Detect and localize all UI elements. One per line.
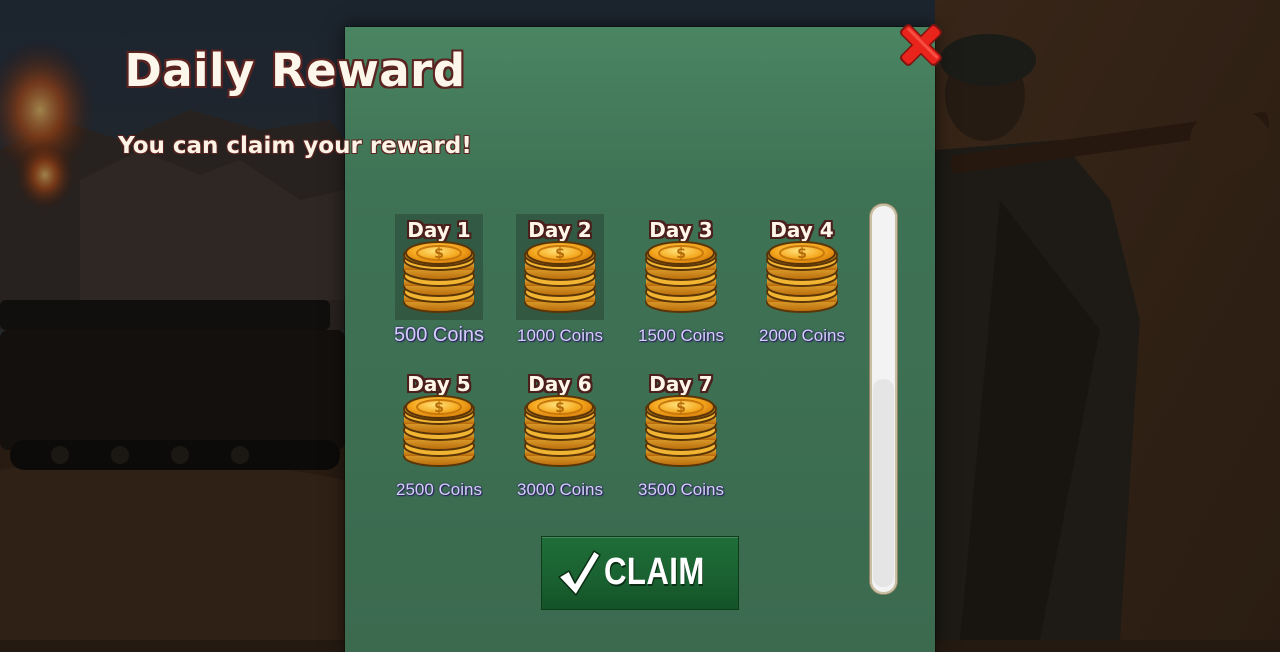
dialog-title: Daily Reward [124, 44, 466, 97]
claim-button[interactable]: CLAIM [541, 536, 739, 610]
reward-day-6[interactable]: Day 6 3000 Coins [499, 368, 609, 499]
gold-coin-stack-icon [764, 236, 840, 314]
gold-coin-stack-icon [643, 236, 719, 314]
dialog-subtitle: You can claim your reward! [118, 133, 472, 159]
close-button[interactable] [893, 17, 949, 73]
reward-day-3[interactable]: Day 3 1500 Coins [620, 214, 730, 345]
rewards-scrollbar[interactable] [870, 204, 897, 594]
close-icon [900, 24, 942, 66]
gold-coin-stack-icon [401, 236, 477, 314]
gold-coin-stack-icon [522, 390, 598, 468]
reward-day-7[interactable]: Day 7 3500 Coins [620, 368, 730, 499]
reward-day-2[interactable]: Day 2 1000 Coins [499, 214, 609, 345]
reward-day-4[interactable]: Day 4 2000 Coins [741, 214, 851, 345]
checkmark-icon [558, 550, 601, 596]
gold-coin-stack-icon [401, 390, 477, 468]
reward-amount: 3500 Coins [637, 480, 724, 499]
scrollbar-thumb[interactable] [873, 379, 894, 587]
claim-button-label: CLAIM [604, 551, 705, 593]
reward-day-1[interactable]: Day 1 500 Coins [378, 214, 488, 346]
gold-coin-stack-icon [643, 390, 719, 468]
gold-coin-stack-icon [522, 236, 598, 314]
reward-day-5[interactable]: Day 5 2500 Coins [378, 368, 488, 499]
reward-amount: 2000 Coins [758, 326, 845, 345]
